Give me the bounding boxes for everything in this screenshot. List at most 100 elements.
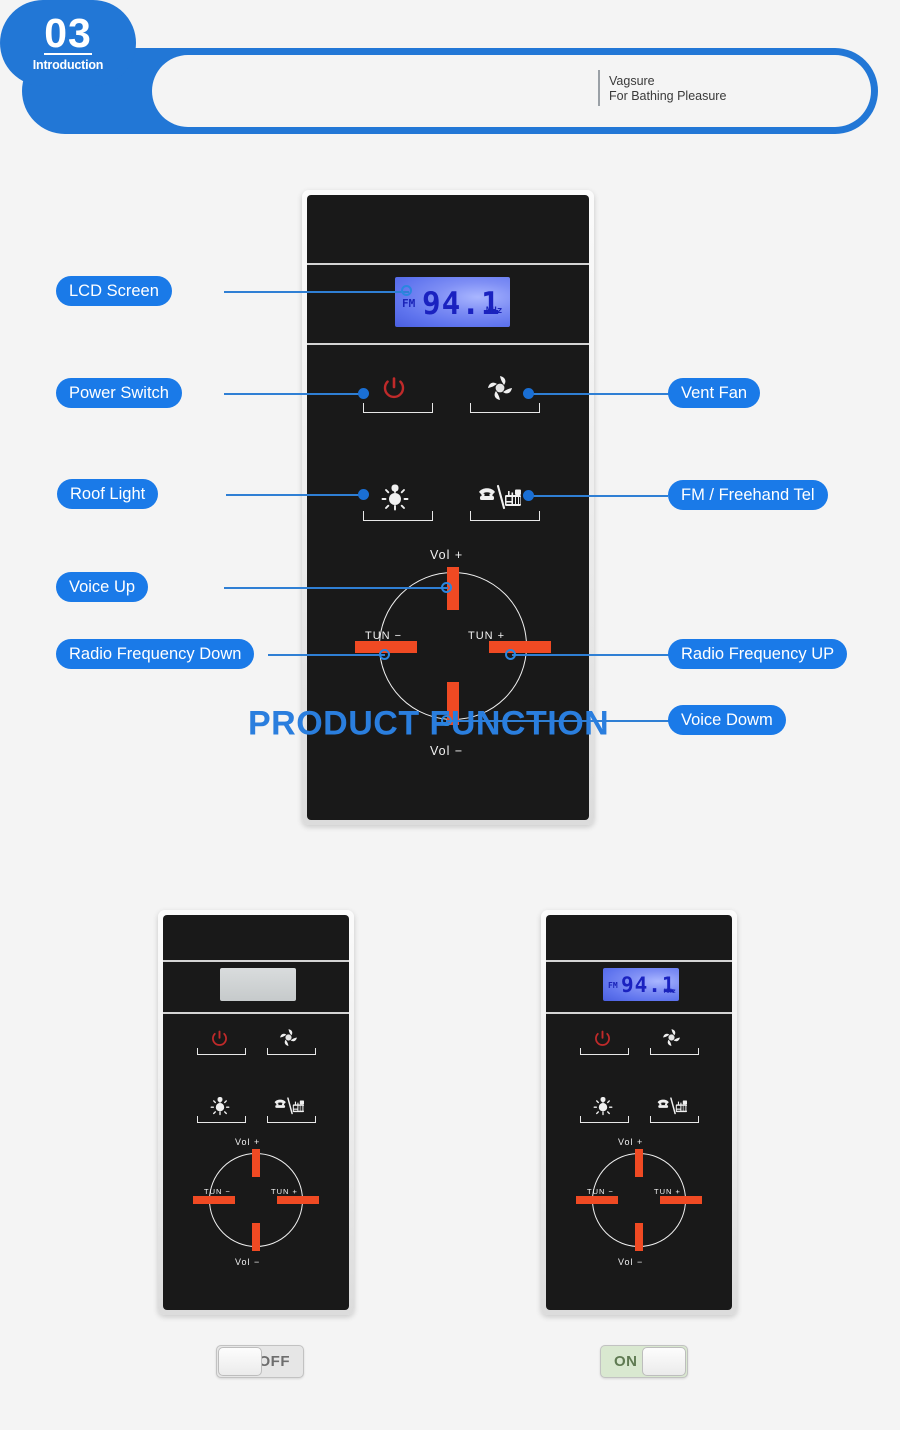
label-radio-frequency-down[interactable]: Radio Frequency Down bbox=[56, 639, 255, 669]
toggle-knob-on[interactable] bbox=[642, 1347, 686, 1376]
control-panel-on-state: FM 94.1 MHz Vol + Vol − TUN − TUN + bbox=[541, 910, 737, 1315]
section-number-badge: 03 Introduction bbox=[0, 0, 136, 86]
light-bulb-icon bbox=[210, 1097, 230, 1116]
tune-down-bar-on[interactable] bbox=[576, 1196, 618, 1204]
label-voice-up[interactable]: Voice Up bbox=[56, 572, 149, 602]
anchor-dot-fm-tel bbox=[523, 490, 534, 501]
panel-off-separator-mid bbox=[163, 1012, 349, 1014]
label-voice-down[interactable]: Voice Dowm bbox=[668, 705, 786, 735]
dial-label-vol-up-on: Vol + bbox=[618, 1137, 644, 1147]
dial-label-tun-minus-off: TUN − bbox=[204, 1187, 231, 1196]
volume-down-bar-on[interactable] bbox=[635, 1223, 643, 1251]
phone-radio-icon bbox=[657, 1097, 687, 1115]
lcd-frequency: 94.1 bbox=[422, 286, 501, 322]
header-banner-inner bbox=[152, 55, 871, 127]
control-panel-off-state: Vol + Vol − TUN − TUN + bbox=[158, 910, 354, 1315]
power-icon bbox=[595, 1030, 610, 1046]
panel-separator-mid bbox=[307, 343, 589, 345]
dial-label-vol-down-off: Vol − bbox=[235, 1257, 261, 1267]
light-bulb-icon bbox=[593, 1097, 613, 1116]
power-state-toggle-off[interactable]: OFF bbox=[216, 1345, 304, 1378]
header-banner bbox=[22, 48, 878, 134]
label-lcd-screen[interactable]: LCD Screen bbox=[56, 276, 172, 306]
lcd-screen-off bbox=[220, 968, 296, 1001]
label-radio-frequency-up[interactable]: Radio Frequency UP bbox=[668, 639, 848, 669]
anchor-dot-light bbox=[358, 489, 369, 500]
power-bracket-on bbox=[580, 1048, 629, 1055]
anchor-dot-fan bbox=[523, 388, 534, 399]
anchor-dot-power bbox=[358, 388, 369, 399]
anchor-dot-voice-down bbox=[441, 715, 452, 726]
volume-down-bar-off[interactable] bbox=[252, 1223, 260, 1251]
dial-label-tun-minus-on: TUN − bbox=[587, 1187, 614, 1196]
lcd-band-label: FM bbox=[402, 297, 416, 310]
roof-light-bracket-on bbox=[580, 1116, 629, 1123]
vent-fan-bracket-off bbox=[267, 1048, 316, 1055]
roof-light-button-bracket bbox=[363, 511, 433, 521]
vent-fan-bracket-on bbox=[650, 1048, 699, 1055]
control-panel-on-face: FM 94.1 MHz Vol + Vol − TUN − TUN + bbox=[546, 915, 732, 1310]
power-icon bbox=[383, 377, 405, 399]
dial-label-vol-down-on: Vol − bbox=[618, 1257, 644, 1267]
dial-label-vol-up-off: Vol + bbox=[235, 1137, 261, 1147]
leader-power bbox=[224, 393, 364, 395]
fan-icon bbox=[488, 376, 512, 400]
power-button[interactable] bbox=[381, 375, 407, 406]
label-fm-freehand-tel[interactable]: FM / Freehand Tel bbox=[668, 480, 828, 510]
anchor-dot-voice-up bbox=[441, 582, 452, 593]
lcd-unit-label: MHz bbox=[486, 306, 503, 316]
phone-radio-icon bbox=[479, 484, 521, 510]
page-title: PRODUCT FUNCTION bbox=[248, 704, 610, 743]
power-state-toggle-on[interactable]: ON bbox=[600, 1345, 688, 1378]
leader-freq-up bbox=[512, 654, 670, 656]
control-panel-off-face: Vol + Vol − TUN − TUN + bbox=[163, 915, 349, 1310]
roof-light-bracket-off bbox=[197, 1116, 246, 1123]
lcd-band-label-on: FM bbox=[608, 981, 618, 990]
fm-tel-bracket-on bbox=[650, 1116, 699, 1123]
brand-name: Vagsure bbox=[609, 74, 655, 88]
leader-freq-down bbox=[268, 654, 385, 656]
leader-vent-fan bbox=[528, 393, 671, 395]
leader-fm-tel bbox=[528, 495, 668, 497]
anchor-dot-freq-down bbox=[379, 649, 390, 660]
dial-label-vol-down: Vol − bbox=[430, 744, 464, 758]
tune-up-bar[interactable] bbox=[489, 641, 551, 653]
badge-subtitle: Introduction bbox=[32, 58, 104, 73]
panel-on-separator-top bbox=[546, 960, 732, 962]
label-roof-light[interactable]: Roof Light bbox=[57, 479, 159, 509]
volume-up-bar-on[interactable] bbox=[635, 1149, 643, 1177]
leader-voice-up bbox=[224, 587, 448, 589]
lcd-screen: FM 94.1 MHz bbox=[395, 277, 510, 327]
brand-slogan: For Bathing Pleasure bbox=[609, 88, 727, 103]
tune-down-bar-off[interactable] bbox=[193, 1196, 235, 1204]
tune-up-bar-off[interactable] bbox=[277, 1196, 319, 1204]
anchor-dot-lcd bbox=[401, 285, 412, 296]
lcd-unit-label-on: MHz bbox=[664, 987, 676, 995]
lcd-screen-on: FM 94.1 MHz bbox=[603, 968, 679, 1001]
panel-off-separator-top bbox=[163, 960, 349, 962]
infographic-page: 03 Introduction PRODUCT FUNCTION Vagsure… bbox=[0, 0, 900, 1448]
light-bulb-icon bbox=[381, 484, 409, 511]
label-power-switch[interactable]: Power Switch bbox=[56, 378, 182, 408]
power-icon bbox=[212, 1030, 227, 1046]
fm-tel-bracket-off bbox=[267, 1116, 316, 1123]
tune-up-bar-on[interactable] bbox=[660, 1196, 702, 1204]
header-divider bbox=[598, 70, 600, 106]
panel-on-separator-mid bbox=[546, 1012, 732, 1014]
phone-radio-icon bbox=[274, 1097, 304, 1115]
fan-icon bbox=[663, 1029, 680, 1046]
toggle-knob-off[interactable] bbox=[218, 1347, 262, 1376]
fm-freehand-tel-button-bracket bbox=[470, 511, 540, 521]
dial-label-vol-up: Vol + bbox=[430, 548, 464, 562]
volume-up-bar-off[interactable] bbox=[252, 1149, 260, 1177]
brand-tagline: Vagsure For Bathing Pleasure bbox=[609, 74, 726, 103]
fan-icon bbox=[280, 1029, 297, 1046]
power-bracket-off bbox=[197, 1048, 246, 1055]
vent-fan-button-bracket bbox=[470, 403, 540, 413]
badge-number: 03 bbox=[44, 9, 92, 56]
leader-roof-light bbox=[226, 494, 364, 496]
dial-label-tun-plus-on: TUN + bbox=[654, 1187, 681, 1196]
power-button-bracket bbox=[363, 403, 433, 413]
label-vent-fan[interactable]: Vent Fan bbox=[668, 378, 761, 408]
leader-lcd-screen bbox=[224, 291, 409, 293]
